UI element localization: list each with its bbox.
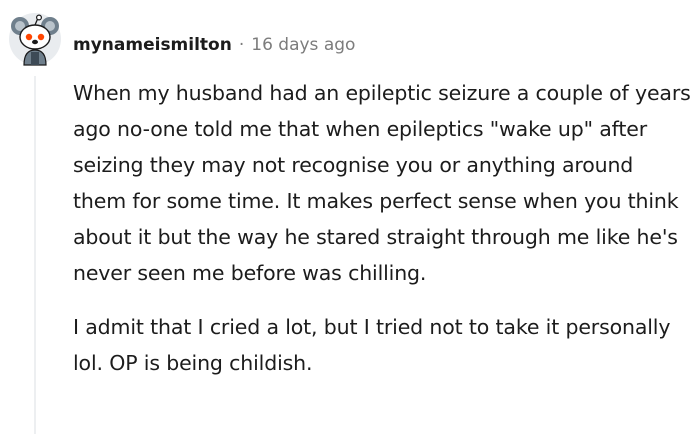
comment-meta: mynameismilton · 16 days ago: [73, 33, 355, 57]
thread-line[interactable]: [34, 76, 36, 434]
comment-paragraph: When my husband had an epileptic seizure…: [73, 81, 691, 285]
snoo-koala-avatar-icon: [9, 13, 61, 66]
comment-timestamp[interactable]: 16 days ago: [251, 35, 355, 55]
comment: mynameismilton · 16 days ago When my hus…: [0, 0, 700, 434]
meta-separator: ·: [238, 35, 245, 55]
username[interactable]: mynameismilton: [73, 35, 232, 55]
comment-paragraph: I admit that I cried a lot, but I tried …: [73, 315, 671, 375]
comment-body: When my husband had an epileptic seizure…: [73, 75, 691, 381]
user-avatar[interactable]: [8, 12, 62, 66]
